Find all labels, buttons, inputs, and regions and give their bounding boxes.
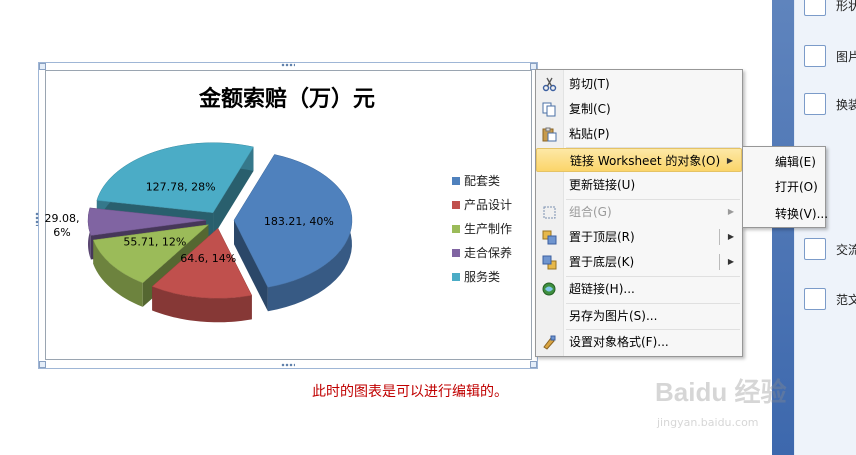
menu-item-send-to-back[interactable]: 置于底层(K) ▶ bbox=[536, 250, 742, 274]
resize-handle-bottom-right[interactable] bbox=[530, 361, 537, 368]
submenu-arrow-icon[interactable]: ▶ bbox=[728, 250, 734, 274]
gallery-item-picture[interactable]: 图片 bbox=[804, 45, 856, 73]
legend-swatch bbox=[452, 225, 460, 233]
submenu-arrow-icon: ▶ bbox=[726, 156, 733, 165]
baidu-jingyan-watermark: Baidu 经验 jingyan.baidu.com bbox=[655, 377, 787, 429]
legend-label: 产品设计 bbox=[464, 198, 512, 212]
format-icon bbox=[543, 335, 556, 350]
copy-icon bbox=[542, 102, 556, 117]
menu-item-bring-to-front[interactable]: 置于顶层(R) ▶ bbox=[536, 225, 742, 249]
chart-title: 金额索赔（万）元 bbox=[198, 86, 375, 112]
resize-handle-top[interactable] bbox=[281, 63, 295, 67]
resize-handle-left[interactable] bbox=[35, 212, 39, 226]
menu-item-save-as-picture[interactable]: 另存为图片(S)... bbox=[536, 304, 742, 328]
legend-swatch bbox=[452, 273, 460, 281]
pie-chart[interactable]: 金额索赔（万）元 183.21, 40% 64.6, 14% 55.71, 12% 2… bbox=[45, 70, 532, 360]
menu-item-update-link[interactable]: 更新链接(U) bbox=[536, 173, 742, 197]
caption-text: 此时的图表是可以进行编辑的。 bbox=[312, 384, 508, 400]
legend-label: 走合保养 bbox=[464, 245, 512, 260]
resize-handle-bottom[interactable] bbox=[281, 363, 295, 367]
resize-handle-bottom-left[interactable] bbox=[39, 361, 46, 368]
menu-item-group[interactable]: 组合(G) ▶ bbox=[536, 200, 742, 224]
menu-item-paste[interactable]: 粘贴(P) bbox=[536, 122, 742, 146]
chart-legend[interactable]: 配套类产品设计生产制作走合保养服务类 bbox=[452, 174, 512, 284]
scissors-icon bbox=[542, 77, 557, 92]
gallery-item-shapes[interactable]: 形状 bbox=[804, 0, 856, 22]
layout-icon bbox=[804, 93, 826, 115]
menu-item-format-object[interactable]: 设置对象格式(F)... bbox=[536, 330, 742, 354]
pie-slice-0[interactable] bbox=[233, 154, 353, 312]
legend-entry-2[interactable]: 生产制作 bbox=[452, 222, 512, 236]
legend-swatch bbox=[452, 249, 460, 257]
bring-front-icon bbox=[542, 230, 557, 245]
data-label-2: 55.71, 12% bbox=[123, 236, 186, 249]
linked-object-submenu: 编辑(E) 打开(O) 转换(V)... bbox=[742, 146, 828, 228]
legend-entry-4[interactable]: 服务类 bbox=[452, 269, 500, 284]
data-label-1: 64.6, 14% bbox=[180, 252, 236, 265]
context-menu: 剪切(T) 复制(C) 粘贴(P) 链接 Worksheet 的对象(O) ▶ … bbox=[535, 69, 743, 357]
menu-item-cut[interactable]: 剪切(T) bbox=[536, 72, 742, 96]
hyperlink-icon bbox=[542, 282, 556, 296]
submenu-arrow-icon: ▶ bbox=[727, 207, 734, 216]
legend-swatch bbox=[452, 201, 460, 209]
send-back-icon bbox=[542, 255, 557, 270]
gallery-item-comment[interactable]: 交流 bbox=[804, 238, 856, 266]
menu-item-linked-worksheet-object[interactable]: 链接 Worksheet 的对象(O) ▶ bbox=[536, 148, 742, 172]
data-label-4: 127.78, 28% bbox=[146, 181, 216, 194]
legend-entry-1[interactable]: 产品设计 bbox=[452, 198, 512, 212]
legend-label: 服务类 bbox=[464, 269, 500, 284]
paste-icon bbox=[542, 127, 557, 142]
resize-handle-top-left[interactable] bbox=[39, 63, 46, 70]
pie-slices: 183.21, 40% 64.6, 14% 55.71, 12% 29.08, 6% 12… bbox=[45, 142, 353, 323]
data-label-3: 29.08, 6% bbox=[45, 212, 80, 239]
data-label-0: 183.21, 40% bbox=[264, 215, 334, 228]
submenu-item-open[interactable]: 打开(O) bbox=[743, 175, 825, 199]
document-icon bbox=[804, 288, 826, 310]
menu-item-hyperlink[interactable]: 超链接(H)... bbox=[536, 277, 742, 301]
menu-item-copy[interactable]: 复制(C) bbox=[536, 97, 742, 121]
submenu-item-convert[interactable]: 转换(V)... bbox=[743, 202, 828, 226]
comment-icon bbox=[804, 238, 826, 260]
shapes-icon bbox=[804, 0, 826, 16]
legend-label: 生产制作 bbox=[464, 222, 512, 236]
submenu-arrow-icon[interactable]: ▶ bbox=[728, 225, 734, 249]
gallery-item-layout[interactable]: 换装 bbox=[804, 93, 856, 121]
legend-entry-0[interactable]: 配套类 bbox=[452, 174, 500, 188]
gallery-item-document[interactable]: 范文 bbox=[804, 288, 856, 316]
submenu-item-edit[interactable]: 编辑(E) bbox=[743, 150, 825, 174]
legend-entry-3[interactable]: 走合保养 bbox=[452, 245, 512, 260]
group-icon bbox=[543, 206, 556, 219]
picture-icon bbox=[804, 45, 826, 67]
legend-swatch bbox=[452, 177, 460, 185]
legend-label: 配套类 bbox=[464, 174, 500, 188]
